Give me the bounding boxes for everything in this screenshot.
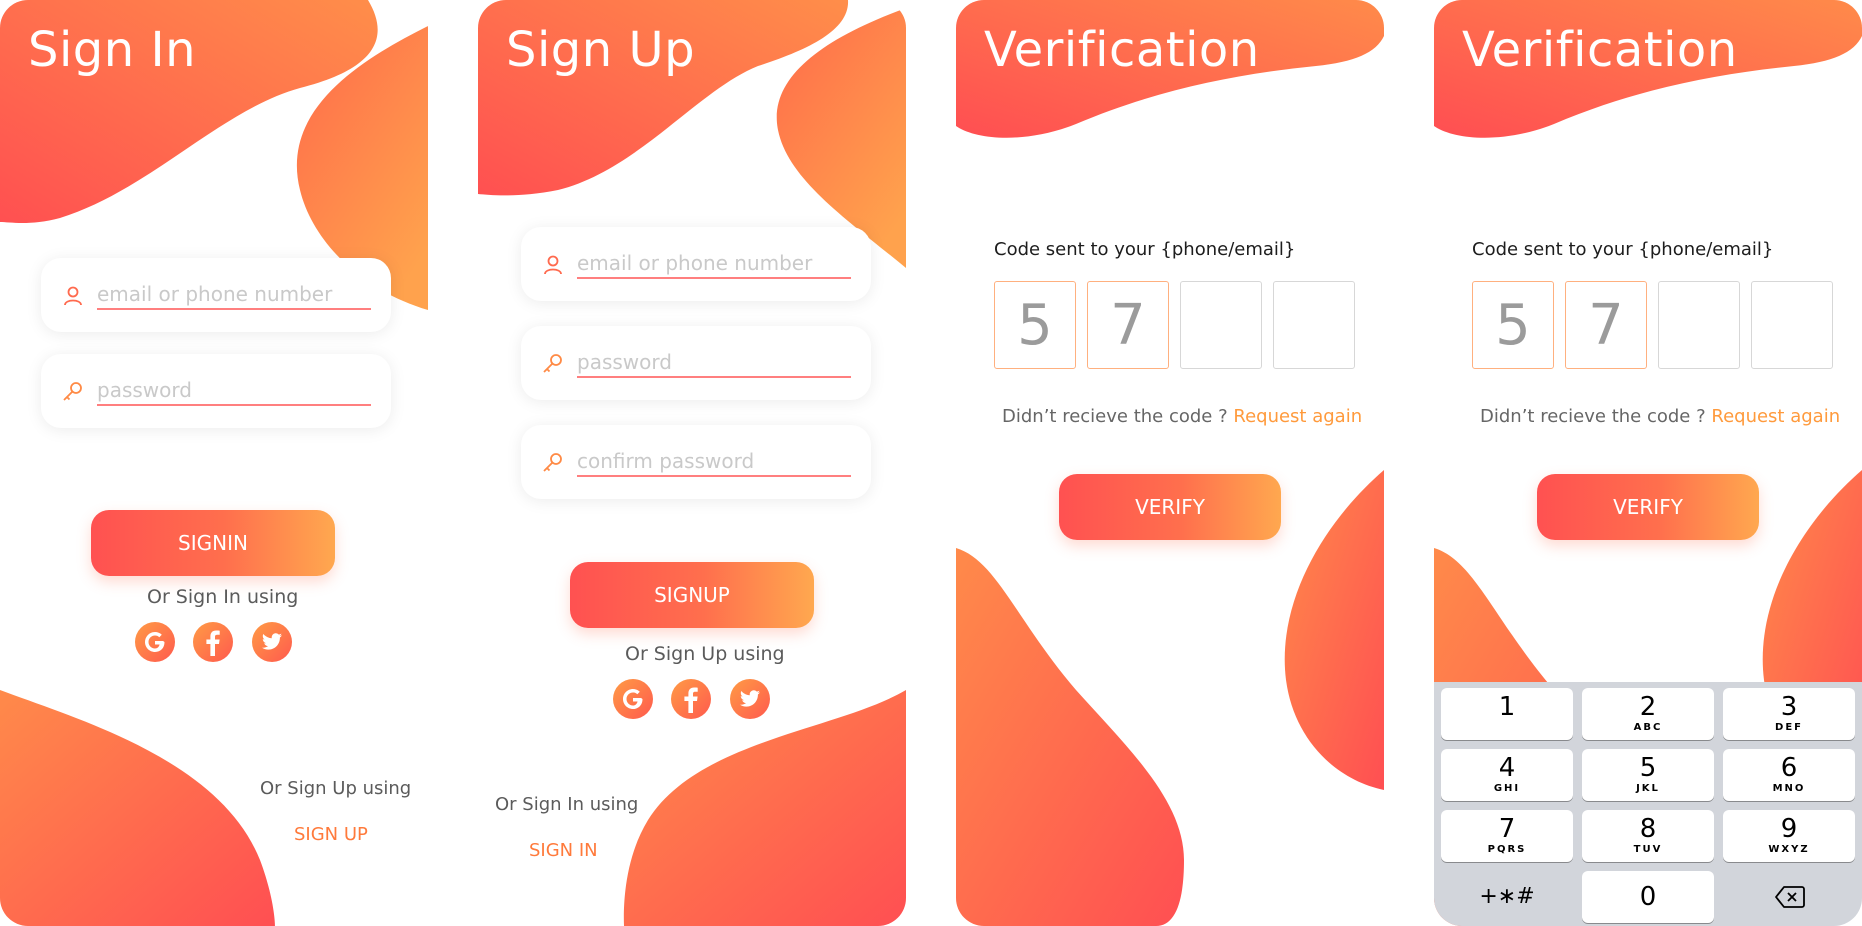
signin-button[interactable]: SIGNIN — [91, 510, 335, 576]
key-letters: PQRS — [1487, 844, 1527, 855]
signup-screen: Sign Up email or phone number password c… — [478, 0, 906, 926]
key-icon — [541, 451, 565, 475]
key-icon — [541, 352, 565, 376]
key-0[interactable]: 0 — [1582, 871, 1714, 923]
key-letters: MNO — [1772, 783, 1806, 794]
password-underline — [577, 376, 851, 378]
verify-button[interactable]: VERIFY — [1059, 474, 1281, 540]
page-title: Sign In — [28, 22, 197, 78]
signin-prompt: Or Sign In using — [495, 794, 639, 815]
key-symbols-label: +∗# — [1479, 884, 1535, 909]
alt-signup-label: Or Sign Up using — [625, 643, 785, 665]
password-field[interactable]: password — [41, 354, 391, 428]
key-digit: 1 — [1498, 692, 1516, 722]
key-delete[interactable] — [1723, 871, 1855, 923]
resend-text: Didn’t recieve the code ? — [1002, 406, 1234, 427]
password-placeholder: password — [97, 378, 192, 402]
user-icon — [61, 284, 85, 308]
alt-signin-label: Or Sign In using — [147, 586, 299, 608]
password-underline — [97, 404, 371, 406]
signin-screen: Sign In email or phone number password S… — [0, 0, 428, 926]
page-title: Verification — [984, 22, 1260, 78]
resend-row: Didn’t recieve the code ? Request again — [1002, 406, 1362, 427]
key-letters: JKL — [1636, 783, 1660, 794]
key-digit: 6 — [1780, 753, 1798, 783]
facebook-icon[interactable] — [193, 622, 233, 662]
numeric-keypad: 1 2 ABC 3 DEF 4 GHI 5 JKL 6 MNO 7 PQRS 8 TUV 9W… — [1434, 682, 1862, 926]
code-digit-2[interactable]: 7 — [1087, 281, 1169, 369]
request-again-link[interactable]: Request again — [1233, 406, 1362, 427]
key-5[interactable]: 5 JKL — [1582, 749, 1714, 801]
key-2[interactable]: 2 ABC — [1582, 688, 1714, 740]
email-field[interactable]: email or phone number — [521, 227, 871, 301]
key-1[interactable]: 1 — [1441, 688, 1573, 740]
email-field[interactable]: email or phone number — [41, 258, 391, 332]
key-digit: 7 — [1498, 814, 1516, 844]
code-digit-2[interactable]: 7 — [1565, 281, 1647, 369]
key-6[interactable]: 6 MNO — [1723, 749, 1855, 801]
code-digit-4[interactable] — [1751, 281, 1833, 369]
key-digit: 4 — [1498, 753, 1516, 783]
google-icon[interactable] — [135, 622, 175, 662]
key-digit: 8 — [1639, 814, 1657, 844]
facebook-icon[interactable] — [671, 679, 711, 719]
email-placeholder: email or phone number — [577, 251, 813, 275]
key-4[interactable]: 4 GHI — [1441, 749, 1573, 801]
user-icon — [541, 253, 565, 277]
key-letters: GHI — [1493, 783, 1521, 794]
twitter-icon[interactable] — [730, 679, 770, 719]
verification-screen: Verification Code sent to your {phone/em… — [956, 0, 1384, 926]
resend-text: Didn’t recieve the code ? — [1480, 406, 1712, 427]
key-icon — [61, 380, 85, 404]
verification-background-shapes — [956, 0, 1384, 926]
google-icon[interactable] — [613, 679, 653, 719]
key-3[interactable]: 3 DEF — [1723, 688, 1855, 740]
email-underline — [97, 308, 371, 310]
key-letters: ABC — [1633, 722, 1663, 733]
key-digit: 2 — [1639, 692, 1657, 722]
page-title: Sign Up — [506, 22, 696, 78]
signup-link[interactable]: SIGN UP — [294, 824, 368, 845]
confirm-password-field[interactable]: confirm password — [521, 425, 871, 499]
key-letters: WXYZ — [1768, 844, 1810, 855]
key-8[interactable]: 8 TUV — [1582, 810, 1714, 862]
signup-button[interactable]: SIGNUP — [570, 562, 814, 628]
key-digit: 3 — [1780, 692, 1798, 722]
page-title: Verification — [1462, 22, 1738, 78]
verification-keypad-screen: Verification Code sent to your {phone/em… — [1434, 0, 1862, 926]
backspace-icon — [1775, 885, 1805, 909]
confirm-password-placeholder: confirm password — [577, 449, 755, 473]
key-symbols[interactable]: +∗# — [1441, 871, 1573, 923]
key-digit: 9 — [1780, 814, 1798, 844]
code-sent-label: Code sent to your {phone/email} — [1472, 239, 1774, 260]
code-digit-1[interactable]: 5 — [994, 281, 1076, 369]
verify-button[interactable]: VERIFY — [1537, 474, 1759, 540]
password-placeholder: password — [577, 350, 672, 374]
confirm-password-underline — [577, 475, 851, 477]
request-again-link[interactable]: Request again — [1711, 406, 1840, 427]
code-digit-3[interactable] — [1180, 281, 1262, 369]
key-digit: 0 — [1639, 882, 1657, 912]
signin-link[interactable]: SIGN IN — [529, 840, 598, 861]
key-9[interactable]: 9 WXYZ — [1723, 810, 1855, 862]
key-letters: DEF — [1775, 722, 1803, 733]
code-digit-4[interactable] — [1273, 281, 1355, 369]
code-sent-label: Code sent to your {phone/email} — [994, 239, 1296, 260]
key-letters: TUV — [1633, 844, 1663, 855]
key-digit: 5 — [1639, 753, 1657, 783]
signup-prompt: Or Sign Up using — [260, 778, 412, 799]
password-field[interactable]: password — [521, 326, 871, 400]
key-7[interactable]: 7 PQRS — [1441, 810, 1573, 862]
code-digit-3[interactable] — [1658, 281, 1740, 369]
email-placeholder: email or phone number — [97, 282, 333, 306]
code-digit-1[interactable]: 5 — [1472, 281, 1554, 369]
twitter-icon[interactable] — [252, 622, 292, 662]
resend-row: Didn’t recieve the code ? Request again — [1480, 406, 1840, 427]
email-underline — [577, 277, 851, 279]
